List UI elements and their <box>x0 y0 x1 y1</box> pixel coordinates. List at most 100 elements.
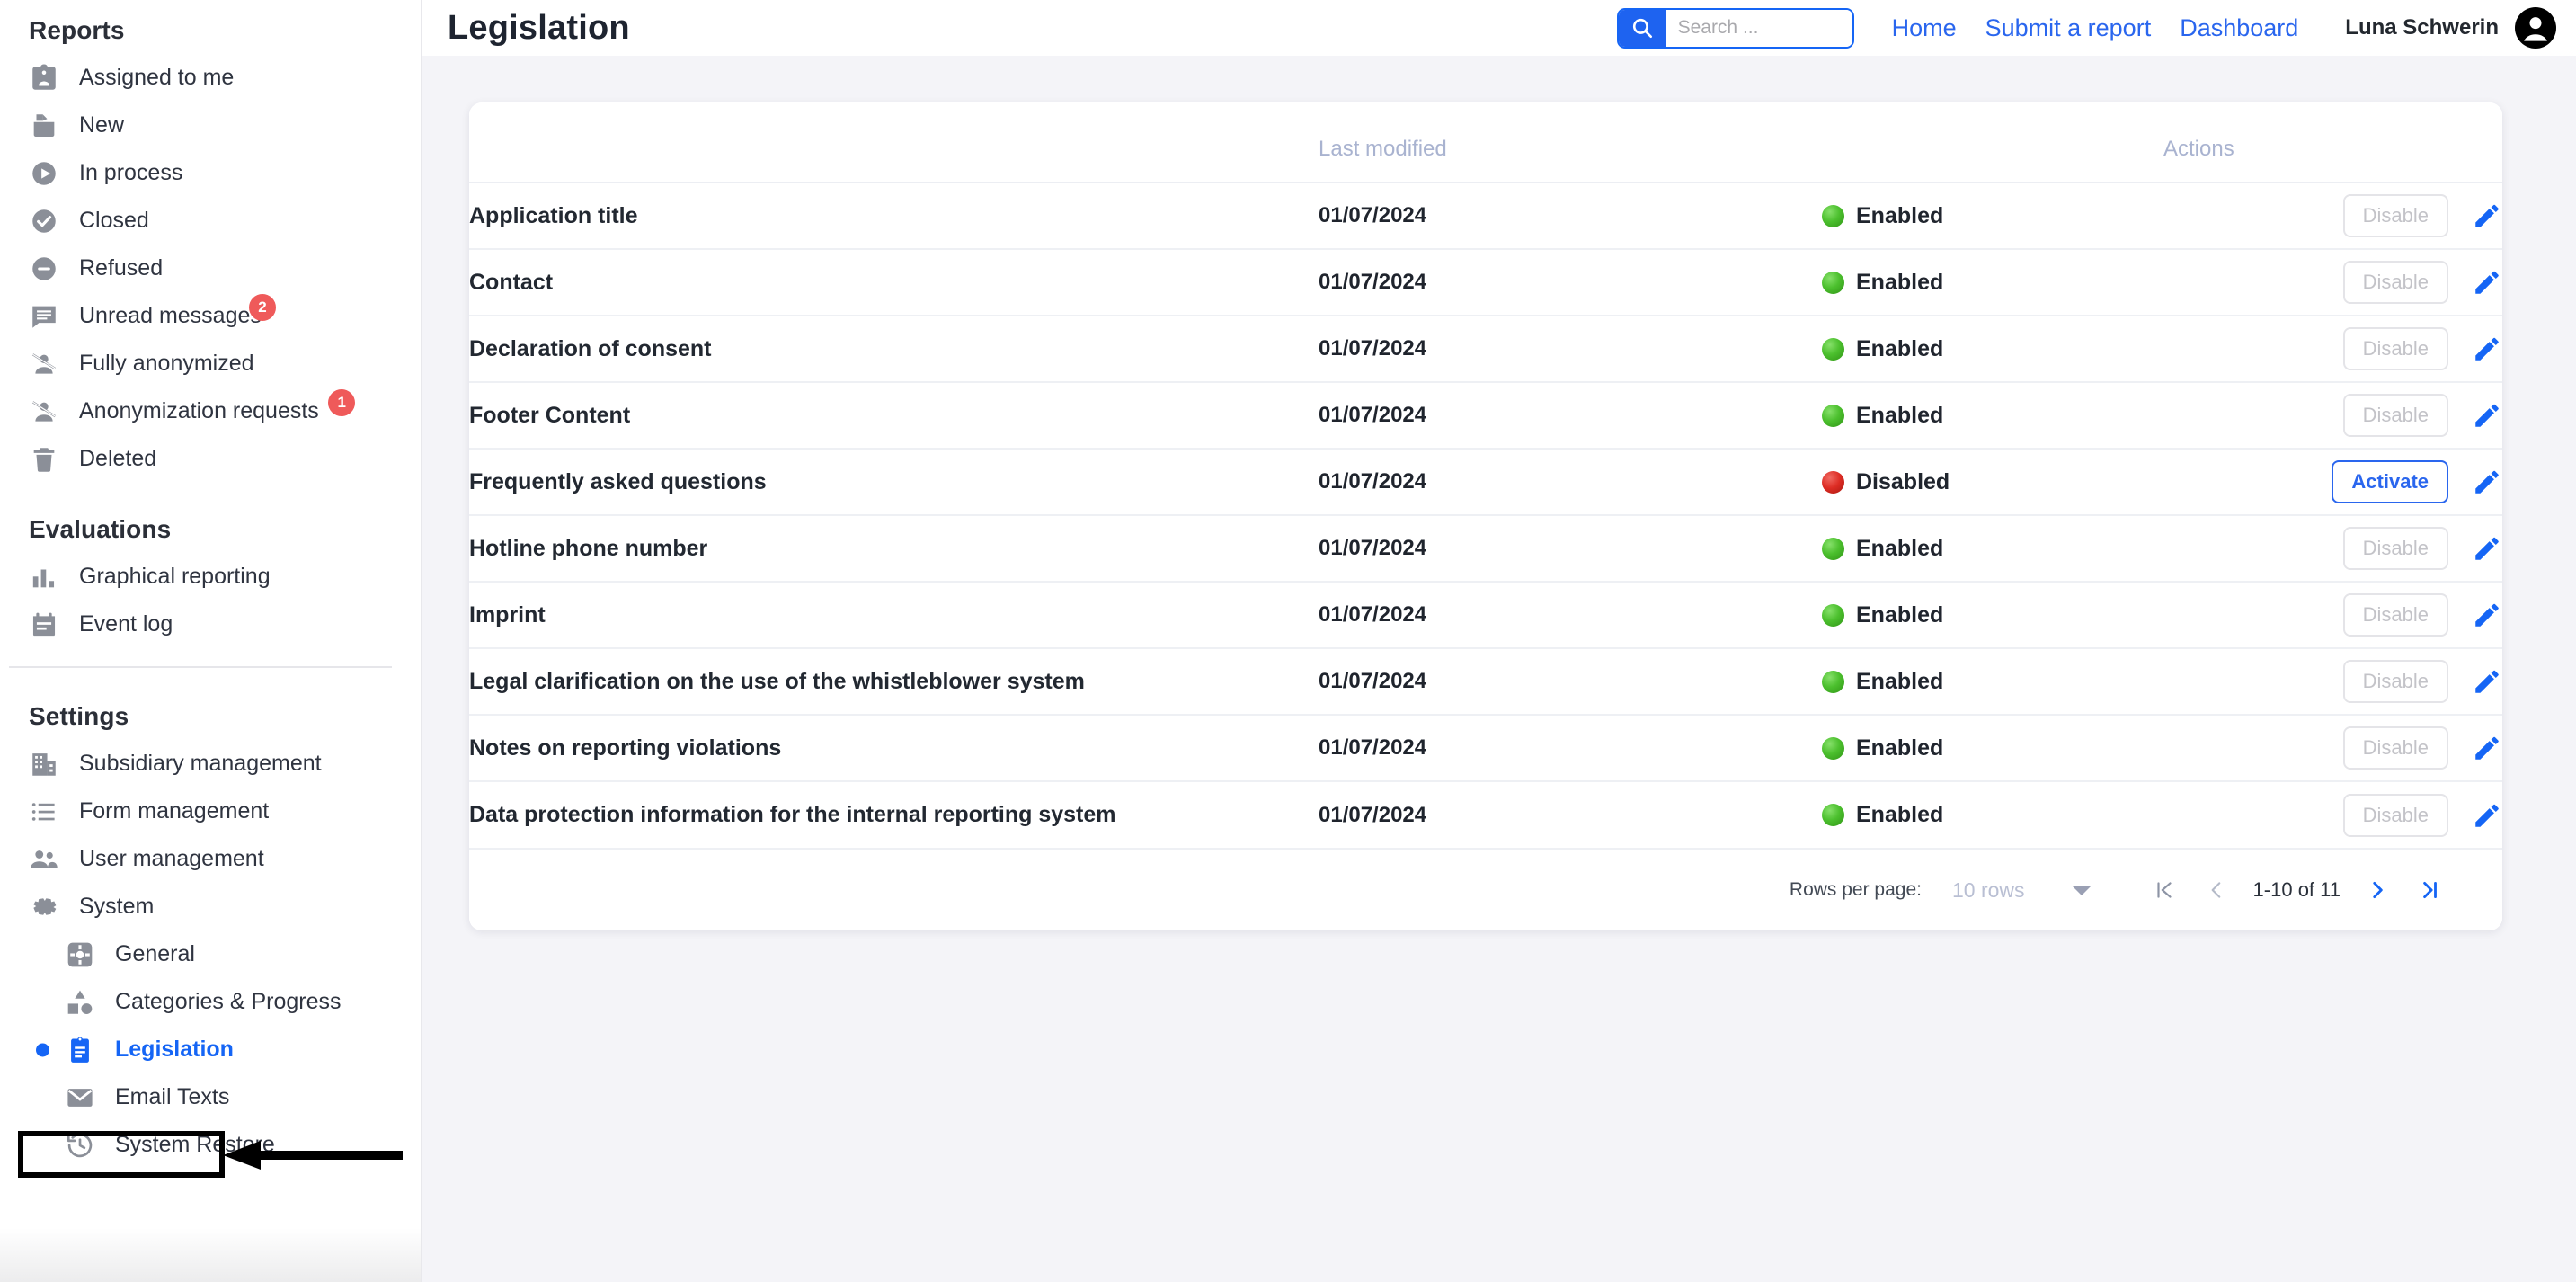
row-status-cell: Enabled <box>1822 382 2163 450</box>
disable-button[interactable]: Disable <box>2342 394 2448 437</box>
nav-link-home[interactable]: Home <box>1892 14 1957 42</box>
sidebar-item-label: User management <box>79 846 264 871</box>
sidebar-item-assigned-to-me[interactable]: Assigned to me <box>0 54 421 102</box>
sidebar-item-label: Categories & Progress <box>115 989 342 1014</box>
pencil-icon[interactable] <box>2472 267 2502 298</box>
row-last-modified: 01/07/2024 <box>1319 316 1822 383</box>
disable-button[interactable]: Disable <box>2342 327 2448 370</box>
sidebar-item-system[interactable]: System <box>0 883 421 930</box>
disable-button[interactable]: Disable <box>2342 726 2448 770</box>
status-badge: Enabled <box>1856 202 1944 228</box>
row-status-cell: Enabled <box>1822 515 2163 583</box>
sidebar-item-refused[interactable]: Refused <box>0 245 421 292</box>
event-log-icon <box>29 610 59 640</box>
sidebar-item-in-process[interactable]: In process <box>0 149 421 197</box>
sidebar-item-label: Assigned to me <box>79 65 235 90</box>
row-name: Footer Content <box>469 382 1319 450</box>
pencil-icon[interactable] <box>2472 200 2502 231</box>
table-row: Data protection information for the inte… <box>469 781 2502 848</box>
sidebar-item-graphical-reporting[interactable]: Graphical reporting <box>0 553 421 601</box>
disable-button[interactable]: Disable <box>2342 527 2448 570</box>
play-circle-icon <box>29 158 59 189</box>
sidebar-item-system-restore[interactable]: System Restore <box>0 1121 421 1169</box>
status-badge: Enabled <box>1856 535 1944 561</box>
check-circle-icon <box>29 206 59 236</box>
first-page-icon[interactable] <box>2138 878 2190 902</box>
column-header-name <box>469 102 1319 183</box>
pencil-icon[interactable] <box>2472 533 2502 564</box>
row-status-cell: Enabled <box>1822 316 2163 383</box>
row-status-cell: Disabled <box>1822 449 2163 516</box>
status-badge: Enabled <box>1856 269 1944 295</box>
search-input[interactable] <box>1665 9 1852 47</box>
nav-link-submit-a-report[interactable]: Submit a report <box>1985 14 2152 42</box>
sidebar-item-new[interactable]: New <box>0 102 421 149</box>
sidebar-item-unread-messages[interactable]: Unread messages 2 <box>0 292 421 340</box>
row-name: Frequently asked questions <box>469 449 1319 516</box>
sidebar-item-categories-progress[interactable]: Categories & Progress <box>0 978 421 1026</box>
pencil-icon[interactable] <box>2472 467 2502 497</box>
status-dot-disabled <box>1822 470 1844 494</box>
pencil-icon[interactable] <box>2472 334 2502 364</box>
search-icon[interactable] <box>1618 9 1666 47</box>
row-status-cell: Enabled <box>1822 715 2163 782</box>
assigned-badge-icon <box>29 63 59 93</box>
row-actions-cell: Disable <box>2163 249 2502 316</box>
disable-button[interactable]: Disable <box>2342 660 2448 703</box>
table-row: Contact 01/07/2024 Enabled Disable <box>469 249 2502 316</box>
column-header-status <box>1822 102 2163 183</box>
nav-link-dashboard[interactable]: Dashboard <box>2180 14 2298 42</box>
sidebar-item-deleted[interactable]: Deleted <box>0 435 421 483</box>
sidebar-divider <box>9 666 392 668</box>
chevron-right-icon[interactable] <box>2351 878 2403 902</box>
pencil-icon[interactable] <box>2472 400 2502 431</box>
disable-button[interactable]: Disable <box>2342 194 2448 237</box>
sidebar-item-closed[interactable]: Closed <box>0 197 421 245</box>
minus-circle-icon <box>29 254 59 284</box>
chevron-left-icon[interactable] <box>2190 878 2243 902</box>
activate-button[interactable]: Activate <box>2332 460 2448 503</box>
sidebar-item-fully-anonymized[interactable]: Fully anonymized <box>0 340 421 387</box>
pencil-icon[interactable] <box>2472 733 2502 763</box>
row-last-modified: 01/07/2024 <box>1319 781 1822 848</box>
sidebar-item-subsidiary-management[interactable]: Subsidiary management <box>0 740 421 788</box>
sidebar-item-email-texts[interactable]: Email Texts <box>0 1073 421 1121</box>
status-dot-enabled <box>1822 204 1844 227</box>
pencil-icon[interactable] <box>2472 666 2502 697</box>
table-row: Frequently asked questions 01/07/2024 Disa… <box>469 449 2502 516</box>
status-dot-enabled <box>1822 404 1844 427</box>
status-badge: Enabled <box>1856 734 1944 761</box>
sidebar-item-anonymization-requests[interactable]: Anonymization requests 1 <box>0 387 421 435</box>
disable-button[interactable]: Disable <box>2342 261 2448 304</box>
sidebar-item-form-management[interactable]: Form management <box>0 788 421 835</box>
sidebar-section-heading-settings: Settings <box>29 702 129 730</box>
sidebar-item-event-log[interactable]: Event log <box>0 601 421 648</box>
row-actions-cell: Activate <box>2163 449 2502 516</box>
disable-button[interactable]: Disable <box>2342 593 2448 637</box>
sidebar-item-label: Anonymization requests <box>79 398 319 423</box>
row-actions-cell: Disable <box>2163 515 2502 583</box>
sidebar-item-label: Deleted <box>79 446 157 471</box>
gear-icon <box>29 892 59 922</box>
sidebar-item-label: System <box>79 894 155 919</box>
row-actions-cell: Disable <box>2163 582 2502 649</box>
trash-icon <box>29 444 59 475</box>
pencil-icon[interactable] <box>2472 600 2502 630</box>
sidebar-item-legislation[interactable]: Legislation <box>0 1026 421 1073</box>
sidebar-item-user-management[interactable]: User management <box>0 835 421 883</box>
sidebar-item-label: New <box>79 112 125 138</box>
disable-button[interactable]: Disable <box>2342 793 2448 837</box>
sidebar-item-label: Closed <box>79 208 149 233</box>
search-box[interactable] <box>1616 7 1854 49</box>
sidebar-item-general[interactable]: General <box>0 930 421 978</box>
clipboard-icon <box>65 1035 95 1065</box>
account-circle-icon[interactable] <box>2515 7 2556 49</box>
building-icon <box>29 749 59 779</box>
status-dot-enabled <box>1822 603 1844 627</box>
last-page-icon[interactable] <box>2403 878 2456 902</box>
status-badge: Disabled <box>1856 468 1950 494</box>
status-badge: Enabled <box>1856 601 1944 628</box>
row-actions-cell: Disable <box>2163 781 2502 848</box>
pencil-icon[interactable] <box>2472 800 2502 831</box>
rows-per-page-select[interactable]: 10 rows <box>1952 878 2092 903</box>
